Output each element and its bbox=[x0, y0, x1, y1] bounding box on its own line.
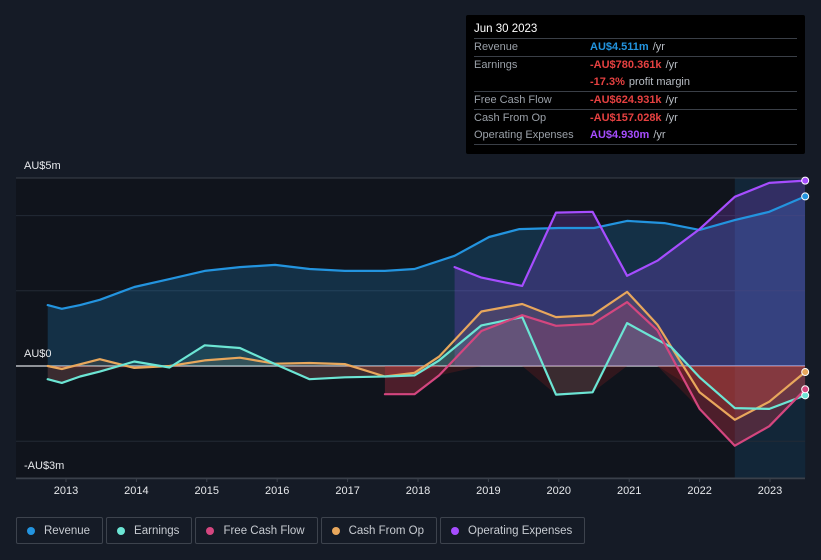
free-cash-flow-dot-icon bbox=[206, 526, 215, 535]
tooltip-value: -17.3% bbox=[590, 76, 625, 88]
tooltip-label bbox=[474, 74, 590, 91]
tooltip-value: AU$4.511m bbox=[590, 41, 649, 53]
y-tick-label-bottom: -AU$3m bbox=[24, 460, 65, 472]
tooltip-label: Cash From Op bbox=[474, 112, 547, 124]
tooltip-unit: profit margin bbox=[628, 76, 690, 88]
tooltip-row-revenue: Revenue AU$4.511m /yr bbox=[474, 39, 797, 57]
tooltip-label: Free Cash Flow bbox=[474, 94, 552, 106]
y-tick-label-zero: AU$0 bbox=[24, 348, 52, 360]
tooltip-unit: /yr bbox=[665, 94, 678, 106]
x-tick-label: 2016 bbox=[264, 485, 290, 497]
tooltip-value: AU$4.930m bbox=[590, 129, 650, 141]
tooltip-row-cash-from-op: Cash From Op -AU$157.028k /yr bbox=[474, 110, 797, 127]
tooltip-row-profit-margin: -17.3% profit margin bbox=[474, 74, 797, 92]
legend-label: Earnings bbox=[134, 524, 180, 537]
tooltip-row-free-cash-flow: Free Cash Flow -AU$624.931k /yr bbox=[474, 92, 797, 110]
tooltip-row-operating-expenses: Operating Expenses AU$4.930m /yr bbox=[474, 127, 797, 145]
x-tick-label: 2013 bbox=[53, 485, 79, 497]
operating-expenses-dot-icon bbox=[451, 526, 460, 535]
tooltip-value: -AU$624.931k bbox=[590, 94, 662, 106]
tooltip-label: Operating Expenses bbox=[474, 129, 574, 141]
x-tick-label: 2017 bbox=[335, 485, 360, 497]
x-tick-label: 2020 bbox=[546, 485, 572, 497]
tooltip-value: -AU$157.028k bbox=[590, 112, 662, 124]
x-tick-label: 2019 bbox=[476, 485, 501, 497]
tooltip-label: Revenue bbox=[474, 41, 519, 53]
x-tick-label: 2021 bbox=[616, 485, 642, 497]
y-tick-label-top: AU$5m bbox=[24, 160, 61, 172]
legend-item-earnings[interactable]: Earnings bbox=[106, 517, 193, 544]
tooltip-unit: /yr bbox=[652, 41, 665, 53]
cash-from-op-end-marker bbox=[801, 368, 810, 377]
tooltip-row-earnings: Earnings -AU$780.361k /yr bbox=[474, 57, 797, 74]
legend-label: Operating Expenses bbox=[468, 524, 573, 537]
legend-item-operating-expenses[interactable]: Operating Expenses bbox=[440, 517, 586, 544]
x-tick-label: 2018 bbox=[405, 485, 431, 497]
cash-from-op-dot-icon bbox=[331, 526, 340, 535]
chart-legend: Revenue Earnings Free Cash Flow Cash Fro… bbox=[16, 517, 586, 544]
x-tick-label: 2015 bbox=[194, 485, 220, 497]
revenue-end-marker bbox=[801, 192, 810, 201]
legend-item-free-cash-flow[interactable]: Free Cash Flow bbox=[195, 517, 318, 544]
tooltip-unit: /yr bbox=[665, 112, 678, 124]
tooltip-unit: /yr bbox=[653, 129, 666, 141]
legend-label: Cash From Op bbox=[348, 524, 425, 537]
legend-item-cash-from-op[interactable]: Cash From Op bbox=[320, 517, 438, 544]
free-cash-flow-end-marker bbox=[801, 385, 810, 394]
x-tick-label: 2022 bbox=[687, 485, 712, 497]
legend-label: Revenue bbox=[44, 524, 91, 537]
tooltip-date: Jun 30 2023 bbox=[474, 21, 797, 39]
x-tick-label: 2023 bbox=[757, 485, 783, 497]
legend-item-revenue[interactable]: Revenue bbox=[16, 517, 104, 544]
operating-expenses-end-marker bbox=[801, 176, 810, 185]
tooltip-label: Earnings bbox=[474, 59, 518, 71]
x-tick-label: 2014 bbox=[124, 485, 149, 497]
tooltip-unit: /yr bbox=[665, 59, 678, 71]
tooltip-panel: Jun 30 2023 Revenue AU$4.511m /yr Earnin… bbox=[466, 15, 805, 154]
tooltip-value: -AU$780.361k bbox=[590, 59, 662, 71]
revenue-dot-icon bbox=[27, 526, 35, 535]
earnings-dot-icon bbox=[117, 526, 126, 535]
legend-label: Free Cash Flow bbox=[223, 524, 305, 537]
